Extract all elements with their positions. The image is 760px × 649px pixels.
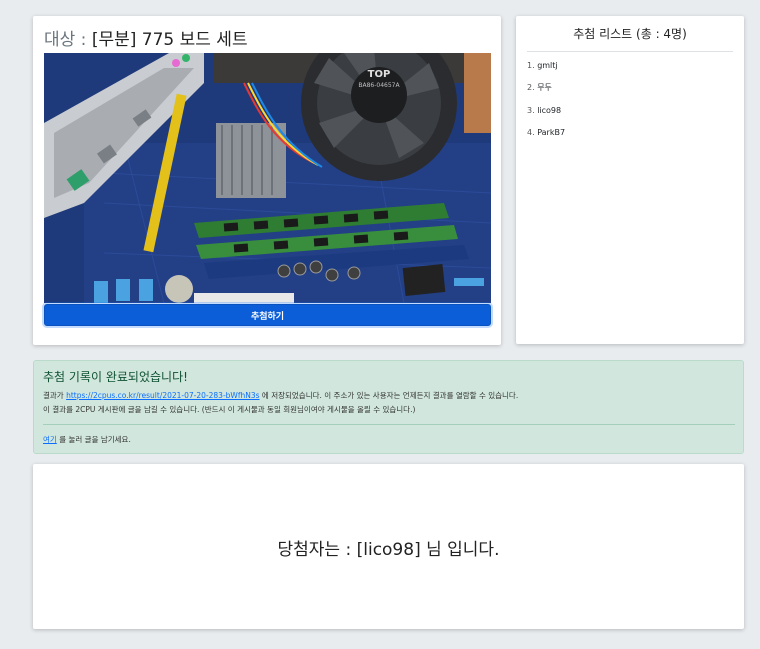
alert-heading: 추첨 기록이 완료되었습니다!	[43, 370, 188, 384]
list-item: 3. lico98	[527, 105, 562, 115]
svg-text:TOP: TOP	[368, 69, 391, 80]
result-card: 당첨자는 : [lico98] 님 입니다.	[33, 464, 744, 629]
svg-text:BA86-04657A: BA86-04657A	[358, 82, 400, 89]
divider	[43, 424, 735, 425]
divider	[527, 51, 733, 52]
participant-list: 1. gmltj 2. 무두 3. lico98 4. ParkB7	[527, 61, 565, 150]
alert-message: 결과가 https://2cpus.co.kr/result/2021-07-2…	[43, 391, 519, 400]
target-card: 대상 : [무분] 775 보드 세트 TOP BA86-04657A 추첨하기	[33, 16, 501, 345]
product-photo: TOP BA86-04657A	[44, 53, 491, 303]
draw-list-title: 추첨 리스트 (총 : 4명)	[573, 27, 687, 41]
target-title: 대상 : [무분] 775 보드 세트	[44, 25, 248, 50]
alert-message: 이 결과를 2CPU 게시판에 글을 남길 수 있습니다. (반드시 이 게시물…	[43, 405, 416, 414]
list-item: 4. ParkB7	[527, 127, 566, 137]
draw-list-card: 추첨 리스트 (총 : 4명) 1. gmltj 2. 무두 3. lico98…	[516, 16, 744, 344]
list-item: 2. 무두	[527, 83, 552, 93]
product-name: [무분] 775 보드 세트	[91, 30, 248, 50]
success-alert: 추첨 기록이 완료되었습니다! 결과가 https://2cpus.co.kr/…	[33, 360, 744, 454]
list-item: 1. gmltj	[527, 61, 558, 70]
draw-button[interactable]: 추첨하기	[44, 304, 491, 326]
target-label: 대상 :	[44, 30, 87, 50]
post-here-link[interactable]: 여기	[43, 435, 57, 444]
winner-announcement: 당첨자는 : [lico98] 님 입니다.	[277, 540, 500, 560]
alert-message: 여기 를 눌러 글을 남기세요.	[43, 435, 131, 444]
result-url-link[interactable]: https://2cpus.co.kr/result/2021-07-20-28…	[66, 391, 259, 400]
